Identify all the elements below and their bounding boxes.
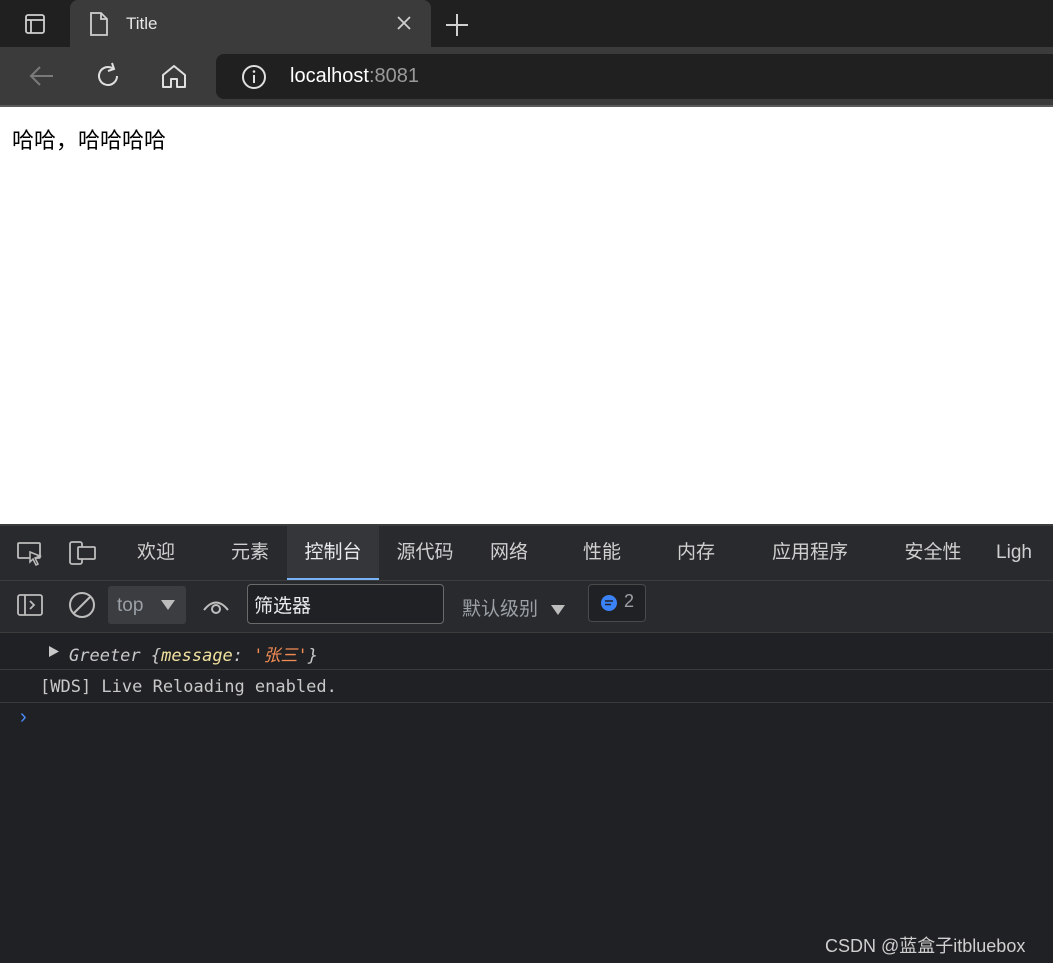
inspect-icon[interactable] (16, 540, 44, 566)
home-icon[interactable] (159, 61, 189, 91)
browser-tab[interactable]: Title (70, 0, 431, 47)
sidebar-toggle-icon[interactable] (16, 593, 44, 617)
new-tab-icon[interactable] (443, 11, 471, 39)
tab-actions-icon (25, 13, 45, 34)
filter-input[interactable] (247, 584, 444, 624)
close-icon[interactable] (395, 14, 413, 32)
devtools-tab[interactable]: Ligh (975, 526, 1053, 578)
url-text: localhost:8081 (290, 65, 419, 88)
chevron-down-icon (161, 600, 175, 610)
object-key: message (161, 646, 233, 666)
message-icon (601, 595, 617, 611)
chevron-down-icon (551, 604, 566, 615)
devtools-tab[interactable]: 内存 (662, 526, 730, 578)
browser-toolbar: localhost:8081 (0, 47, 1053, 107)
devtools-tab[interactable]: 源代码 (382, 526, 468, 578)
object-value: '张三' (253, 646, 308, 666)
tab-title: Title (126, 14, 158, 33)
devtools-tab[interactable]: 元素 (216, 526, 284, 578)
devtools-tab[interactable]: 控制台 (287, 526, 379, 580)
console-prompt[interactable]: › (20, 706, 27, 729)
console-toolbar: top 默认级别 2 (0, 581, 1053, 633)
console-log-row[interactable]: Greeter {message: '张三'} (0, 633, 1053, 670)
expand-triangle-icon[interactable] (48, 645, 60, 658)
devtools-tab-bar: 欢迎 元素 控制台 源代码 网络 性能 内存 应用程序 安全性 Ligh (0, 526, 1053, 581)
url-host: localhost (290, 65, 369, 87)
tab-actions-button[interactable] (0, 0, 70, 47)
tab-strip: Title (0, 0, 1053, 47)
address-bar[interactable]: localhost:8081 (216, 54, 1053, 99)
live-expression-icon[interactable] (201, 595, 231, 617)
issues-button[interactable]: 2 (588, 584, 646, 622)
devtools-tab[interactable]: 性能 (568, 526, 636, 578)
log-object: Greeter {message: '张三'} (69, 646, 319, 666)
console-log-row: [WDS] Live Reloading enabled. (0, 670, 1053, 703)
page-viewport: 哈哈，哈哈哈哈 (0, 107, 1053, 524)
page-icon (90, 12, 108, 36)
devtools-tab[interactable]: 应用程序 (756, 526, 864, 578)
refresh-icon[interactable] (93, 61, 123, 91)
page-text: 哈哈，哈哈哈哈 (12, 129, 167, 154)
log-text: [WDS] Live Reloading enabled. (40, 677, 337, 697)
url-port: :8081 (368, 65, 419, 87)
clear-console-icon[interactable] (67, 590, 97, 620)
log-level-selector[interactable]: 默认级别 (462, 594, 566, 621)
issues-count: 2 (624, 591, 635, 611)
log-level-label: 默认级别 (462, 599, 539, 620)
devtools-panel: 欢迎元素控制台源代码网络性能内存应用程序安全性Ligh top 默认级别 (0, 524, 1053, 963)
devtools-tab[interactable]: 安全性 (890, 526, 976, 578)
devtools-tab[interactable]: 网络 (474, 526, 544, 578)
object-class: Greeter (69, 646, 141, 666)
context-label: top (117, 595, 144, 616)
device-toggle-icon[interactable] (68, 540, 98, 566)
devtools-tab[interactable]: 欢迎 (124, 526, 188, 578)
back-icon[interactable] (27, 61, 57, 91)
info-icon[interactable] (241, 64, 267, 90)
context-selector[interactable]: top (108, 586, 186, 624)
watermark: CSDN @蓝盒子itbluebox (825, 936, 1026, 956)
